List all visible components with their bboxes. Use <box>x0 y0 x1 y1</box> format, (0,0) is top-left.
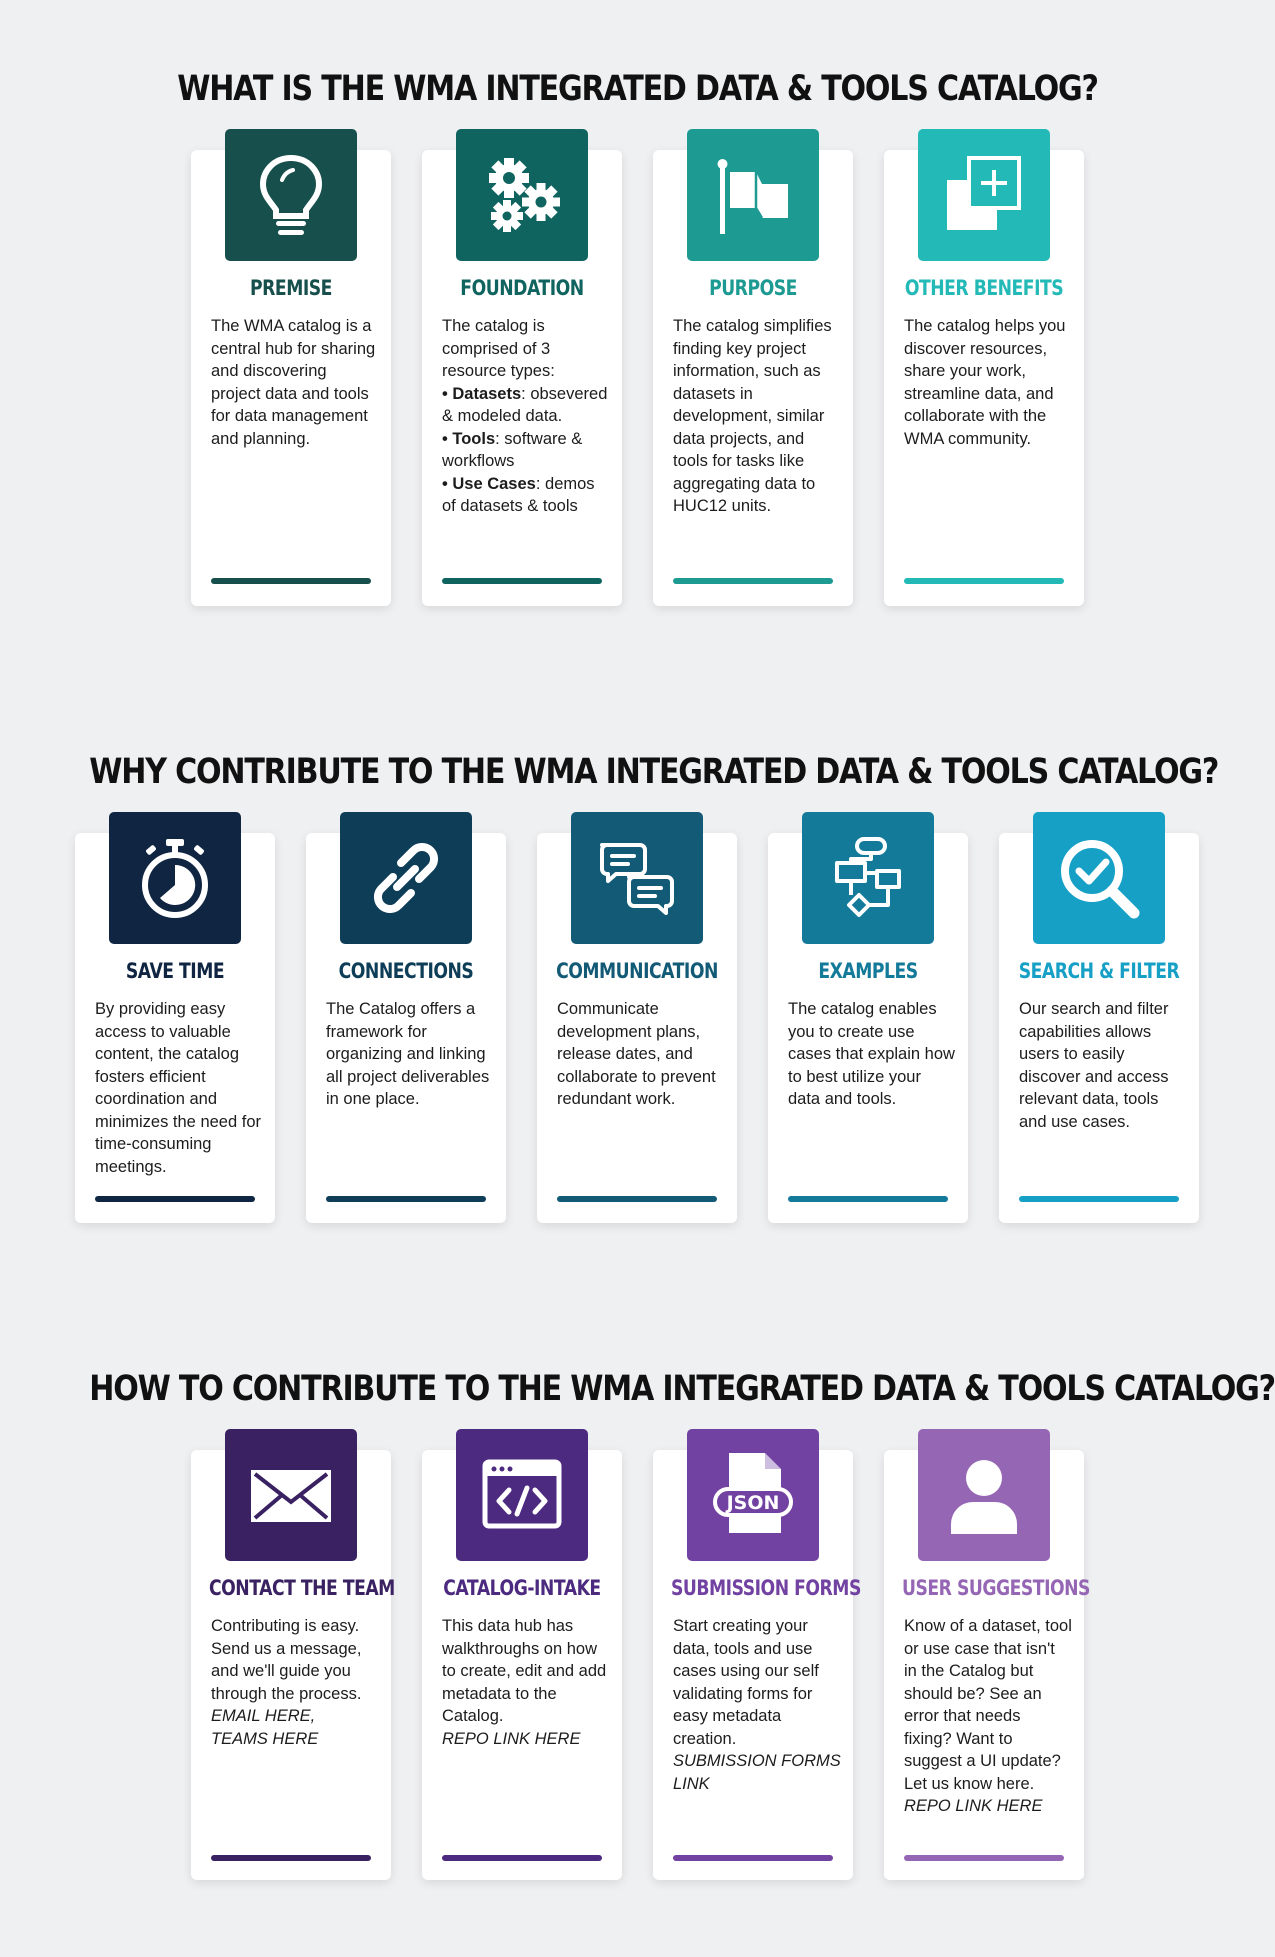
card-other-benefits: OTHER BENEFITS The catalog helps you dis… <box>884 129 1084 606</box>
card-text: By providing easy access to valuable con… <box>95 1000 261 1176</box>
card-accent-bar <box>211 1855 371 1861</box>
card-accent-bar <box>673 1855 833 1861</box>
card-text: This data hub has walkthroughs on how to… <box>442 1615 610 1750</box>
card-accent-bar <box>673 578 833 584</box>
plus-squares-icon <box>918 129 1050 261</box>
card-accent-bar <box>904 578 1064 584</box>
card-accent-bar <box>904 1855 1064 1861</box>
card-text: Start creating your data, tools and use … <box>673 1615 841 1795</box>
card-examples: EXAMPLES The catalog enables you to crea… <box>768 812 968 1223</box>
submission-forms-link[interactable]: SUBMISSION FORMS LINK <box>673 1750 841 1795</box>
card-purpose: PURPOSE The catalog simplifies finding k… <box>653 129 853 606</box>
card-title: CATALOG-INTAKE <box>443 1576 601 1600</box>
chat-bubbles-icon <box>571 812 703 944</box>
card-title: EXAMPLES <box>818 959 918 983</box>
card-accent-bar <box>211 578 371 584</box>
card-communication: COMMUNICATION Communicate development pl… <box>537 812 737 1223</box>
card-title: FOUNDATION <box>460 276 584 300</box>
foundation-item-datasets: • Datasets: obsevered & modeled data. <box>442 384 608 426</box>
code-window-icon <box>456 1429 588 1561</box>
card-text: The catalog is comprised of 3 resource t… <box>442 315 610 518</box>
card-text-main: This data hub has walkthroughs on how to… <box>442 1617 607 1725</box>
card-title: OTHER BENEFITS <box>904 276 1064 300</box>
card-text-main: Start creating your data, tools and use … <box>673 1617 819 1748</box>
card-accent-bar <box>442 1855 602 1861</box>
card-submission-forms: JSON SUBMISSION FORMS Start creating you… <box>653 1429 861 1880</box>
foundation-item-tools: • Tools: software & workflows <box>442 429 583 471</box>
card-title: PURPOSE <box>709 276 797 300</box>
card-text: Our search and filter capabilities allow… <box>1019 1000 1169 1131</box>
flowchart-icon <box>802 812 934 944</box>
card-catalog-intake: CATALOG-INTAKE This data hub has walkthr… <box>422 1429 622 1880</box>
card-accent-bar <box>788 1196 948 1202</box>
section-why-heading: WHY CONTRIBUTE TO THE WMA INTEGRATED DAT… <box>89 752 1219 792</box>
foundation-intro: The catalog is comprised of 3 resource t… <box>442 317 555 380</box>
lightbulb-icon <box>225 129 357 261</box>
json-label: JSON <box>725 1492 780 1514</box>
card-text: Know of a dataset, tool or use case that… <box>904 1615 1072 1818</box>
card-accent-bar <box>326 1196 486 1202</box>
card-text-main: Know of a dataset, tool or use case that… <box>904 1617 1072 1793</box>
card-premise: PREMISE The WMA catalog is a central hub… <box>191 129 391 606</box>
card-title: USER SUGGESTIONS <box>902 1576 1090 1600</box>
link-icon <box>340 812 472 944</box>
repo-link[interactable]: REPO LINK HERE <box>442 1728 610 1751</box>
section-how-heading: HOW TO CONTRIBUTE TO THE WMA INTEGRATED … <box>89 1369 1275 1409</box>
card-search-filter: SEARCH & FILTER Our search and filter ca… <box>999 812 1199 1223</box>
card-text: The catalog simplifies finding key proje… <box>673 317 832 515</box>
teams-link[interactable]: TEAMS HERE <box>211 1728 379 1751</box>
card-title: CONNECTIONS <box>338 959 474 983</box>
card-text: Contributing is easy. Send us a message,… <box>211 1615 379 1750</box>
gears-icon <box>456 129 588 261</box>
user-icon <box>918 1429 1050 1561</box>
card-accent-bar <box>1019 1196 1179 1202</box>
card-user-suggestions: USER SUGGESTIONS Know of a dataset, tool… <box>884 1429 1090 1880</box>
card-text: The catalog helps you discover resources… <box>904 317 1066 448</box>
card-title: PREMISE <box>250 276 332 300</box>
card-accent-bar <box>442 578 602 584</box>
card-title: SEARCH & FILTER <box>1018 959 1180 983</box>
card-contact-team: CONTACT THE TEAM Contributing is easy. S… <box>191 1429 395 1880</box>
magnifier-check-icon <box>1033 812 1165 944</box>
email-link[interactable]: EMAIL HERE, <box>211 1705 379 1728</box>
foundation-item-use-cases: • Use Cases: demos of datasets & tools <box>442 474 595 516</box>
json-file-icon: JSON <box>687 1429 819 1561</box>
card-text: The WMA catalog is a central hub for sha… <box>211 317 376 448</box>
flag-icon <box>687 129 819 261</box>
card-connections: CONNECTIONS The Catalog offers a framewo… <box>306 812 506 1223</box>
card-save-time: SAVE TIME By providing easy access to va… <box>75 812 275 1223</box>
envelope-icon <box>225 1429 357 1561</box>
card-title: SAVE TIME <box>125 959 225 983</box>
card-title: COMMUNICATION <box>556 959 718 983</box>
card-text: The catalog enables you to create use ca… <box>788 1000 955 1108</box>
card-accent-bar <box>557 1196 717 1202</box>
section-what-heading: WHAT IS THE WMA INTEGRATED DATA & TOOLS … <box>177 69 1099 109</box>
card-accent-bar <box>95 1196 255 1202</box>
card-title: CONTACT THE TEAM <box>209 1576 395 1600</box>
repo-link[interactable]: REPO LINK HERE <box>904 1795 1072 1818</box>
card-text: The Catalog offers a framework for organ… <box>326 1000 490 1108</box>
card-text: Communicate development plans, release d… <box>557 1000 716 1108</box>
card-title: SUBMISSION FORMS <box>671 1576 861 1600</box>
card-foundation: FOUNDATION The catalog is comprised of 3… <box>422 129 622 606</box>
card-text-main: Contributing is easy. Send us a message,… <box>211 1617 362 1703</box>
stopwatch-icon <box>109 812 241 944</box>
